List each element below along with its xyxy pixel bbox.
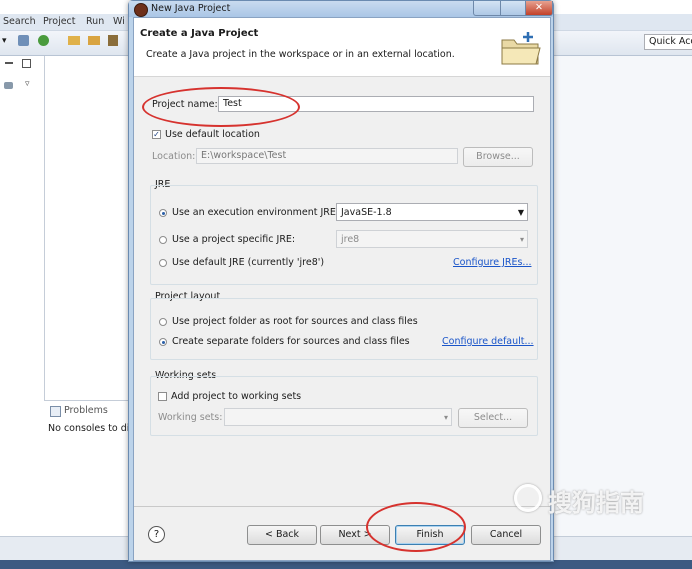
add-to-working-sets-label: Add project to working sets [171,391,302,402]
chevron-down-icon: ▼ [517,208,524,217]
jre-specific-radio[interactable] [159,236,167,244]
banner-title: Create a Java Project [140,28,259,39]
sogou-logo-icon [514,484,542,512]
maximize-button[interactable] [500,1,526,16]
maximize-icon[interactable] [22,59,31,68]
minimize-icon[interactable] [5,62,13,64]
red-annotation-oval [366,502,466,552]
eclipse-logo-icon [134,3,148,17]
menu-window[interactable]: Wi [113,16,125,27]
dialog-title: New Java Project [151,3,231,14]
menu-project[interactable]: Project [43,16,76,27]
console-panel: Problems No consoles to di [44,400,134,537]
layout-root-label: Use project folder as root for sources a… [172,316,418,327]
back-button[interactable]: < Back [247,525,317,545]
project-layout-group [150,298,538,360]
menu-run[interactable]: Run [86,16,104,27]
cancel-button[interactable]: Cancel [471,525,541,545]
toolbar-dropdown-icon[interactable]: ▾ [2,36,7,46]
open-type-icon[interactable] [88,36,100,45]
jre-default-radio[interactable] [159,259,167,267]
use-default-location-checkbox[interactable]: ✓ [152,130,161,139]
location-label: Location: [152,151,196,162]
layout-separate-label: Create separate folders for sources and … [172,336,410,347]
console-message: No consoles to di [48,423,130,434]
quick-access-input[interactable]: Quick Acc [644,34,692,50]
chevron-down-icon: ▾ [443,413,448,422]
minimize-button[interactable] [473,1,501,16]
location-input[interactable]: E:\workspace\Test [196,148,458,164]
browse-button[interactable]: Browse... [463,147,533,167]
new-java-project-dialog: New Java Project ✕ Create a Java Project… [128,0,554,562]
jre-env-select[interactable]: JavaSE-1.8 ▼ [336,203,528,221]
jre-specific-label: Use a project specific JRE: [172,234,296,245]
dialog-body: Create a Java Project Create a Java proj… [133,17,551,561]
new-package-icon[interactable] [18,35,29,46]
eclipse-right-area [552,56,692,536]
wizard-banner: Create a Java Project Create a Java proj… [134,18,550,77]
jre-specific-select[interactable]: jre8 ▾ [336,230,528,248]
select-working-sets-button[interactable]: Select... [458,408,528,428]
menu-search[interactable]: Search [3,16,36,27]
red-annotation-oval [142,87,300,127]
java-project-wizard-icon [501,32,541,65]
sogou-watermark: 搜狗指南 [514,482,690,517]
jre-default-label: Use default JRE (currently 'jre8') [172,257,325,268]
close-button[interactable]: ✕ [525,1,553,16]
new-class-icon[interactable] [38,35,49,46]
link-editor-icon[interactable] [4,82,13,89]
problems-tab[interactable]: Problems [64,405,108,416]
jre-env-label: Use an execution environment JRE: [172,207,340,218]
package-explorer-panel: ▿ [0,56,45,536]
layout-separate-radio[interactable] [159,338,167,346]
open-folder-icon[interactable] [68,36,80,45]
configure-default-link[interactable]: Configure default... [442,336,534,347]
view-menu-icon[interactable]: ▿ [25,79,30,89]
working-sets-select[interactable]: ▾ [224,408,452,426]
help-button[interactable]: ? [148,526,165,543]
add-to-working-sets-checkbox[interactable] [158,392,167,401]
problems-icon [50,406,61,417]
footer-separator [134,506,550,507]
dialog-title-bar: New Java Project ✕ [129,1,553,17]
working-sets-label: Working sets: [158,412,223,423]
edit-icon[interactable] [108,35,118,46]
use-default-location-label: Use default location [165,129,260,140]
jre-env-radio[interactable] [159,209,167,217]
chevron-down-icon: ▾ [519,235,524,244]
configure-jres-link[interactable]: Configure JREs... [453,257,531,268]
banner-description: Create a Java project in the workspace o… [146,49,455,60]
layout-root-radio[interactable] [159,318,167,326]
